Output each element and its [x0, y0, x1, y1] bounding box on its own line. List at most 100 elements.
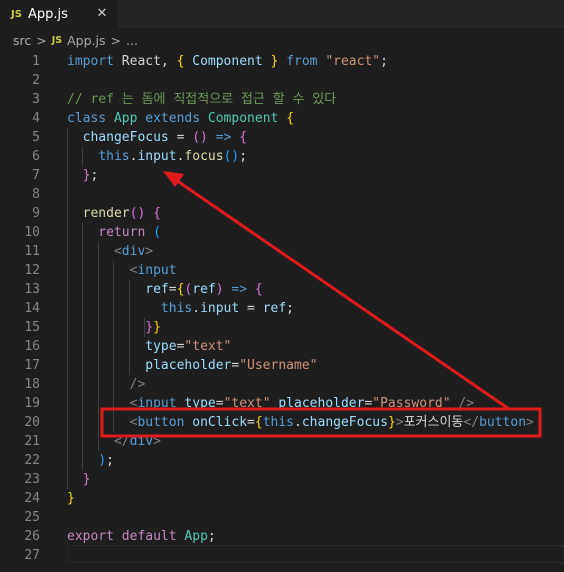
code-text: // ref 는 돔에 직접적으로 접근 할 수 있다	[67, 90, 336, 109]
code-token: input	[137, 149, 177, 164]
code-token: input	[200, 301, 240, 316]
code-line[interactable]: 8	[0, 185, 564, 204]
code-token: onClick	[192, 415, 248, 430]
code-line[interactable]: 15 }}	[0, 318, 564, 337]
code-token: Component	[207, 111, 279, 126]
code-line[interactable]: 2	[0, 71, 564, 90]
code-token: ;	[239, 149, 248, 164]
code-line[interactable]: 7 };	[0, 166, 564, 185]
line-number: 26	[24, 529, 40, 544]
code-token: =	[168, 282, 177, 297]
code-line[interactable]: 13 ref={(ref) => {	[0, 280, 564, 299]
code-token: }	[145, 320, 154, 335]
code-line[interactable]: 12 <input	[0, 261, 564, 280]
code-token: extends	[145, 111, 201, 126]
breadcrumb-symbol[interactable]: ...	[126, 33, 138, 48]
javascript-file-icon: JS	[51, 34, 63, 46]
line-number: 16	[24, 339, 40, 354]
code-token: />	[458, 396, 475, 411]
code-text: <input	[67, 261, 177, 280]
code-token: }	[153, 320, 161, 335]
chevron-right-icon: >	[36, 32, 47, 48]
code-token: =	[215, 396, 224, 411]
code-line[interactable]: 4 class App extends Component {	[0, 109, 564, 128]
code-token: placeholder	[145, 358, 232, 373]
code-token: input	[137, 396, 177, 411]
code-text: }	[67, 489, 75, 508]
close-icon[interactable]: ✕	[94, 4, 110, 22]
line-number: 6	[32, 149, 40, 164]
code-token: }	[387, 415, 396, 430]
code-line[interactable]: 21 </div>	[0, 432, 564, 451]
code-token: ref	[262, 301, 287, 316]
code-token: "react"	[325, 54, 381, 69]
line-number: 22	[24, 453, 40, 468]
code-line[interactable]: 3 // ref 는 돔에 직접적으로 접근 할 수 있다	[0, 90, 564, 109]
code-token: placeholder	[278, 396, 365, 411]
tab-bar: JS App.js ✕	[0, 0, 564, 28]
code-token: </	[463, 415, 480, 430]
code-line[interactable]: 10 return (	[0, 223, 564, 242]
line-number: 27	[24, 548, 40, 563]
code-line[interactable]: 20 <button onClick={this.changeFocus}>포커…	[0, 413, 564, 432]
code-line[interactable]: 25	[0, 508, 564, 527]
code-token: =>	[231, 282, 248, 297]
code-line[interactable]: 23 }	[0, 470, 564, 489]
line-number: 19	[24, 396, 40, 411]
line-number: 10	[24, 225, 40, 240]
breadcrumb-folder[interactable]: src	[13, 33, 31, 48]
code-token: ;	[90, 168, 99, 183]
code-line[interactable]: 22 );	[0, 451, 564, 470]
code-token: />	[129, 377, 146, 392]
code-token: focus	[184, 149, 224, 164]
code-line[interactable]: 5 changeFocus = () => {	[0, 128, 564, 147]
code-token: >	[145, 244, 154, 259]
code-token: =	[239, 301, 263, 316]
breadcrumb-file[interactable]: App.js	[67, 33, 105, 48]
code-line[interactable]: 24}	[0, 489, 564, 508]
tab-app-js[interactable]: JS App.js ✕	[0, 0, 118, 28]
code-line[interactable]: 6 this.input.focus();	[0, 147, 564, 166]
code-token: React,	[113, 54, 177, 69]
code-editor[interactable]: 1 import React, { Component } from "react…	[0, 52, 564, 572]
code-line[interactable]: 14 this.input = ref;	[0, 299, 564, 318]
code-token: {	[153, 206, 161, 221]
code-line[interactable]: 9 render() {	[0, 204, 564, 223]
code-token: 포커스이동	[403, 415, 464, 430]
chevron-right-icon: >	[110, 32, 121, 48]
code-token: button	[479, 415, 527, 430]
code-token: =	[168, 130, 193, 145]
line-number: 15	[24, 320, 40, 335]
code-line[interactable]: 1 import React, { Component } from "react…	[0, 52, 564, 71]
code-token: .	[192, 301, 201, 316]
code-token: changeFocus	[82, 130, 169, 145]
line-number: 5	[32, 130, 40, 145]
code-line[interactable]: 16 type="text"	[0, 337, 564, 356]
code-text: );	[67, 451, 114, 470]
code-text: type="text"	[67, 337, 231, 356]
breadcrumb: src > JS App.js > ...	[0, 28, 564, 52]
line-number: 14	[24, 301, 40, 316]
code-token: default	[121, 529, 177, 544]
code-line[interactable]: 17 placeholder="Username"	[0, 356, 564, 375]
code-text: return (	[67, 223, 161, 242]
code-line[interactable]: 11 <div>	[0, 242, 564, 261]
code-line[interactable]: 26 export default App;	[0, 527, 564, 546]
code-token: App	[113, 111, 138, 126]
code-line[interactable]: 19 <input type="text" placeholder="Passw…	[0, 394, 564, 413]
line-number: 11	[24, 244, 40, 259]
code-line[interactable]: 18 />	[0, 375, 564, 394]
code-token: // ref 는 돔에 직접적으로 접근 할 수 있다	[67, 92, 337, 107]
line-number: 18	[24, 377, 40, 392]
code-text: ref={(ref) => {	[67, 280, 262, 299]
